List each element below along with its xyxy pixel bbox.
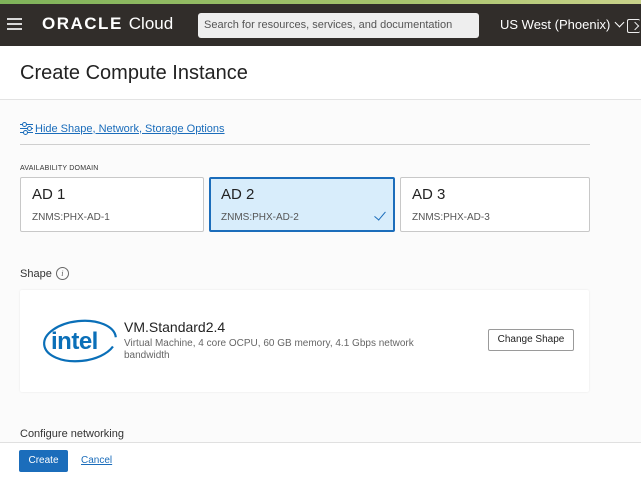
ad-name: AD 3	[412, 186, 446, 203]
brand-cloud: Cloud	[128, 14, 174, 33]
shape-section-label: Shape i	[20, 267, 69, 280]
oracle-cloud-logo[interactable]: ORACLE Cloud	[42, 14, 173, 34]
divider	[20, 144, 590, 145]
create-button[interactable]: Create	[19, 450, 68, 472]
ad-name: AD 2	[221, 186, 255, 203]
top-navigation-bar: ORACLE Cloud Search for resources, servi…	[0, 4, 641, 46]
checkmark-icon	[374, 208, 386, 221]
configure-networking-heading: Configure networking	[20, 428, 124, 440]
cancel-link[interactable]: Cancel	[81, 455, 112, 466]
hide-options-link[interactable]: Hide Shape, Network, Storage Options	[20, 122, 225, 135]
menu-icon[interactable]	[7, 18, 22, 30]
shape-name: VM.Standard2.4	[124, 319, 226, 335]
region-selector[interactable]: US West (Phoenix)	[500, 17, 625, 32]
shape-card: intel VM.Standard2.4 Virtual Machine, 4 …	[20, 290, 589, 392]
availability-domain-label: AVAILABILITY DOMAIN	[20, 165, 99, 172]
hide-options-label: Hide Shape, Network, Storage Options	[35, 122, 225, 135]
ad-card-2[interactable]: AD 2 ZNMS:PHX-AD-2	[209, 177, 395, 232]
sign-out-icon[interactable]	[627, 19, 640, 33]
region-label: US West (Phoenix)	[500, 17, 611, 32]
page-title: Create Compute Instance	[20, 62, 248, 84]
ad-card-1[interactable]: AD 1 ZNMS:PHX-AD-1	[20, 177, 204, 232]
page-header: Create Compute Instance	[0, 46, 641, 100]
form-footer: Create Cancel	[0, 442, 641, 489]
chevron-down-icon	[614, 17, 625, 28]
intel-logo-icon: intel	[43, 319, 117, 363]
brand-oracle: ORACLE	[42, 14, 123, 33]
ad-id: ZNMS:PHX-AD-2	[221, 212, 299, 223]
info-icon[interactable]: i	[55, 267, 69, 280]
search-input[interactable]: Search for resources, services, and docu…	[198, 13, 479, 38]
change-shape-button[interactable]: Change Shape	[488, 329, 574, 351]
sliders-icon	[20, 122, 33, 135]
ad-id: ZNMS:PHX-AD-3	[412, 212, 490, 223]
intel-logo-text: intel	[51, 328, 98, 355]
ad-name: AD 1	[32, 186, 66, 203]
shape-description: Virtual Machine, 4 core OCPU, 60 GB memo…	[124, 338, 414, 361]
ad-card-3[interactable]: AD 3 ZNMS:PHX-AD-3	[400, 177, 590, 232]
ad-id: ZNMS:PHX-AD-1	[32, 212, 110, 223]
shape-label: Shape	[20, 267, 52, 280]
